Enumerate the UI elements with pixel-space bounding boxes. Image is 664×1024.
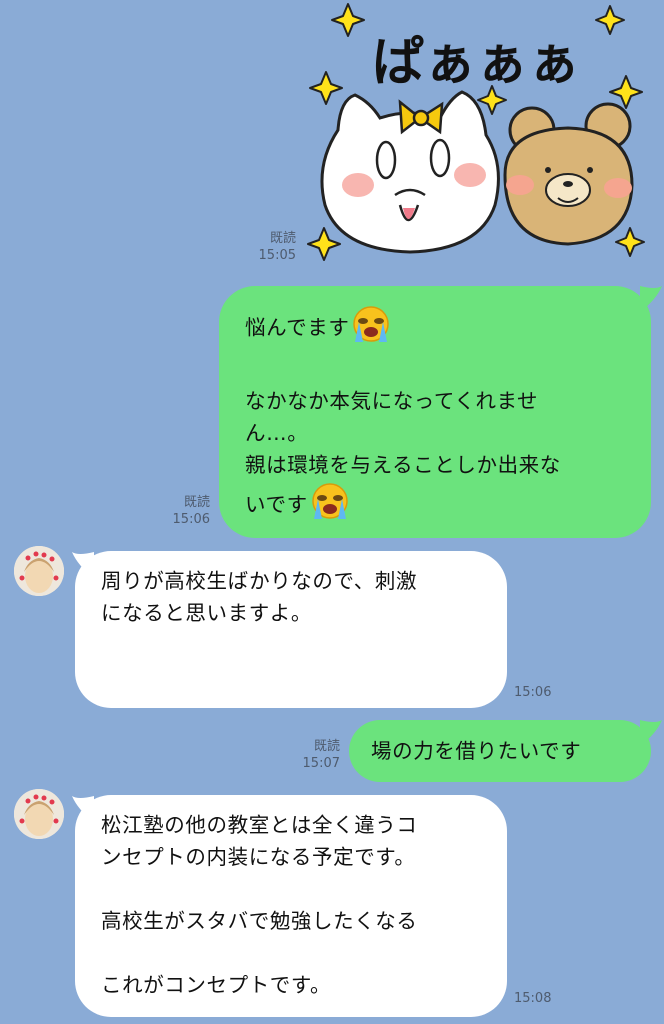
message-line: 親は環境を与えることしか出来な — [245, 453, 561, 477]
timestamp: 15:07 — [302, 756, 340, 771]
timestamp: 15:06 — [172, 512, 210, 527]
message-line — [101, 873, 481, 905]
cat-bear-sticker-icon: ぱぁぁぁ — [307, 3, 645, 261]
message-line: 場の力を借りたいです — [371, 739, 582, 763]
profile-avatar-icon — [14, 789, 64, 839]
message-line: ンセプトの内装になる予定です。 — [101, 845, 416, 869]
loudly-crying-face-icon — [308, 481, 352, 530]
message-line: なかなか本気になってくれませ — [245, 389, 539, 413]
timestamp: 15:08 — [514, 991, 552, 1006]
message-2-meta: 15:06 — [514, 684, 564, 701]
message-4-meta: 15:08 — [514, 990, 564, 1007]
sticker-text: ぱぁぁぁ — [372, 33, 580, 93]
bubble-tail-icon — [640, 286, 662, 312]
message-1-meta: 既読 15:06 — [160, 494, 210, 528]
message-line — [245, 353, 625, 385]
message-line: ん…。 — [245, 421, 309, 445]
avatar[interactable] — [14, 546, 64, 596]
message-line: 周りが高校生ばかりなので、刺激 — [101, 569, 418, 593]
message-line: 高校生がスタバで勉強したくなる — [101, 909, 418, 933]
bubble-tail-icon — [640, 720, 662, 746]
message-line: になると思いますよ。 — [101, 601, 312, 625]
sent-message-bubble[interactable]: 悩んでます なかなか本気になってくれませ ん…。 親は環境を与えることしか出来な… — [219, 286, 651, 538]
message-line: これがコンセプトです。 — [101, 973, 332, 997]
sticker-read-status: 既読 15:05 — [246, 230, 296, 264]
profile-avatar-icon — [14, 546, 64, 596]
read-label: 既読 — [183, 495, 210, 510]
loudly-crying-face-icon — [349, 304, 393, 353]
read-label: 既読 — [269, 231, 296, 246]
sent-message-bubble[interactable]: 場の力を借りたいです — [349, 720, 651, 782]
timestamp: 15:05 — [258, 248, 296, 263]
received-message-bubble[interactable]: 松江塾の他の教室とは全く違うコ ンセプトの内装になる予定です。 高校生がスタバで… — [75, 795, 507, 1017]
read-label: 既読 — [313, 739, 340, 754]
message-line: いです — [245, 481, 625, 530]
message-3-meta: 既読 15:07 — [290, 738, 340, 772]
message-line — [101, 937, 481, 969]
received-message-bubble[interactable]: 周りが高校生ばかりなので、刺激 になると思いますよ。 — [75, 551, 507, 708]
message-line: 悩んでます — [245, 304, 625, 353]
sticker-message[interactable]: ぱぁぁぁ — [300, 0, 650, 272]
timestamp: 15:06 — [514, 685, 552, 700]
avatar[interactable] — [14, 789, 64, 839]
message-line: 松江塾の他の教室とは全く違うコ — [101, 813, 418, 837]
